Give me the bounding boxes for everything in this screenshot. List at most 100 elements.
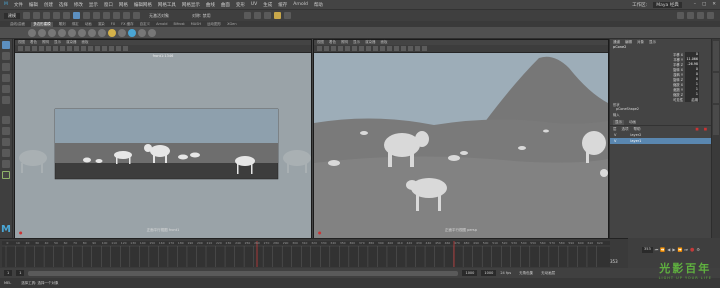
search-icon[interactable] bbox=[2, 171, 10, 179]
bookmark-icon[interactable] bbox=[331, 46, 336, 51]
menu-windows[interactable]: 窗口 bbox=[104, 2, 113, 8]
lights-icon[interactable] bbox=[394, 46, 399, 51]
lock-camera-icon[interactable] bbox=[324, 46, 329, 51]
range-start-field[interactable]: 1 bbox=[4, 270, 13, 276]
shelf-tab[interactable]: 渲染 bbox=[98, 22, 105, 27]
viewport-menu-lighting[interactable]: 照明 bbox=[42, 40, 49, 45]
lights-icon[interactable] bbox=[95, 46, 100, 51]
snap-surface-icon[interactable] bbox=[133, 12, 140, 19]
shelf-tab[interactable]: Arnold bbox=[156, 22, 167, 26]
range-inner-end-field[interactable]: 1000 bbox=[462, 270, 478, 276]
poly-sphere-icon[interactable] bbox=[28, 28, 36, 37]
new-layer-icon[interactable]: ■ bbox=[695, 127, 698, 131]
menu-curves[interactable]: 曲线 bbox=[206, 2, 215, 8]
menu-deform[interactable]: 变形 bbox=[236, 2, 245, 8]
poly-cube-icon[interactable] bbox=[38, 28, 46, 37]
workspace-dropdown[interactable]: Maya 经典 bbox=[653, 1, 682, 8]
textured-icon[interactable] bbox=[387, 46, 392, 51]
paint-select-icon[interactable] bbox=[2, 63, 10, 71]
viewport-menu-panels[interactable]: 面板 bbox=[82, 40, 89, 45]
viewport-menu-show[interactable]: 显示 bbox=[353, 40, 360, 45]
single-view-icon[interactable] bbox=[2, 116, 10, 124]
shelf-tab[interactable]: 运动图形 bbox=[207, 22, 221, 27]
shelf-tab[interactable]: 自定义 bbox=[140, 22, 151, 27]
select-hierarchy-icon[interactable] bbox=[73, 12, 80, 19]
step-forward-key-icon[interactable]: ⏩ bbox=[677, 247, 682, 253]
redo-icon[interactable] bbox=[63, 12, 70, 19]
grid-icon[interactable] bbox=[46, 46, 51, 51]
layer-menu-options[interactable]: 选项 bbox=[622, 127, 629, 132]
arnold-render-icon[interactable] bbox=[283, 12, 291, 19]
attribute-editor-icon[interactable] bbox=[687, 12, 694, 19]
menu-surfaces[interactable]: 曲面 bbox=[221, 2, 230, 8]
resolution-gate-icon[interactable] bbox=[60, 46, 65, 51]
range-end-field[interactable]: 1000 bbox=[481, 270, 497, 276]
channel-tab[interactable]: 编辑 bbox=[625, 40, 632, 45]
channel-tab[interactable]: 通道 bbox=[613, 40, 620, 45]
extrude-icon[interactable] bbox=[128, 28, 136, 37]
menu-cache[interactable]: 缓存 bbox=[278, 2, 287, 8]
insert-edge-loop-icon[interactable] bbox=[148, 28, 156, 37]
wireframe-icon[interactable] bbox=[74, 46, 79, 51]
menu-edit[interactable]: 编辑 bbox=[29, 2, 38, 8]
save-scene-icon[interactable] bbox=[43, 12, 50, 19]
shelf-tab[interactable]: 曲线/曲面 bbox=[10, 22, 25, 27]
select-object-icon[interactable] bbox=[83, 12, 90, 19]
separate-icon[interactable] bbox=[98, 28, 106, 37]
image-plane-icon[interactable] bbox=[338, 46, 343, 51]
menu-mesh-display[interactable]: 网格显示 bbox=[182, 2, 200, 8]
layer-menu-layers[interactable]: 层 bbox=[613, 127, 617, 132]
graph-view-icon[interactable] bbox=[2, 160, 10, 168]
isolate-icon[interactable] bbox=[116, 46, 121, 51]
textured-icon[interactable] bbox=[88, 46, 93, 51]
layer-row[interactable]: V layer1 bbox=[610, 138, 711, 144]
poly-cylinder-icon[interactable] bbox=[48, 28, 56, 37]
lasso-tool-icon[interactable] bbox=[2, 52, 10, 60]
bridge-icon[interactable] bbox=[138, 28, 146, 37]
mode-dropdown[interactable]: 建模 bbox=[4, 12, 20, 19]
character-set-dropdown[interactable]: 无角色集 bbox=[519, 271, 533, 276]
gate-mask-icon[interactable] bbox=[366, 46, 371, 51]
go-to-end-icon[interactable]: ⏭ bbox=[684, 247, 688, 253]
attribute-editor-tab[interactable] bbox=[713, 41, 719, 71]
go-to-start-icon[interactable]: ⏮ bbox=[655, 247, 659, 253]
bookmark-icon[interactable] bbox=[32, 46, 37, 51]
maximize-icon[interactable]: □ bbox=[702, 2, 706, 7]
camera-icon[interactable] bbox=[18, 46, 23, 51]
current-frame-field[interactable]: 353 bbox=[642, 247, 653, 253]
fps-dropdown[interactable]: 24 fps bbox=[500, 271, 511, 275]
shadows-icon[interactable] bbox=[102, 46, 107, 51]
isolate-icon[interactable] bbox=[415, 46, 420, 51]
ipr-render-icon[interactable] bbox=[253, 12, 261, 19]
layer-tab-display[interactable]: 显示 bbox=[613, 120, 624, 125]
poly-torus-icon[interactable] bbox=[68, 28, 76, 37]
range-inner-start-field[interactable]: 1 bbox=[16, 270, 25, 276]
menu-edit-mesh[interactable]: 编辑网格 bbox=[134, 2, 152, 8]
shelf-tab[interactable]: 多边形建模 bbox=[31, 21, 53, 27]
tool-settings-icon[interactable] bbox=[697, 12, 704, 19]
smooth-shade-icon[interactable] bbox=[380, 46, 385, 51]
image-plane-icon[interactable] bbox=[39, 46, 44, 51]
shelf-tab[interactable]: FX bbox=[111, 22, 115, 26]
time-slider[interactable]: 353 0 10 20 30 40 50 60 70 80 90 100 110 120 130 140 15… bbox=[2, 241, 627, 267]
viewport-menu-panels[interactable]: 面板 bbox=[381, 40, 388, 45]
shelf-tab[interactable]: MASH bbox=[191, 22, 201, 26]
viewport-menu-renderer[interactable]: 渲染器 bbox=[365, 40, 376, 45]
two-view-icon[interactable] bbox=[2, 138, 10, 146]
menu-mesh-tools[interactable]: 网格工具 bbox=[158, 2, 176, 8]
hypershade-icon[interactable] bbox=[273, 12, 281, 19]
shelf-tab[interactable]: Bifrost bbox=[173, 22, 184, 26]
layer-tab-anim[interactable]: 动画 bbox=[629, 120, 636, 125]
menu-help[interactable]: 帮助 bbox=[314, 2, 323, 8]
open-scene-icon[interactable] bbox=[33, 12, 40, 19]
poly-plane-icon[interactable] bbox=[78, 28, 86, 37]
step-back-frame-icon[interactable]: ◀ bbox=[667, 247, 670, 253]
step-back-key-icon[interactable]: ⏪ bbox=[660, 247, 665, 253]
poly-cone-icon[interactable] bbox=[58, 28, 66, 37]
combine-icon[interactable] bbox=[88, 28, 96, 37]
viewport-front[interactable]: 视图 着色 照明 显示 渲染器 面板 ● front1:1346 正面平行视图 … bbox=[14, 39, 312, 238]
anim-layer-dropdown[interactable]: 无动画层 bbox=[541, 271, 555, 276]
viewport-menu-view[interactable]: 视图 bbox=[317, 40, 324, 45]
lock-camera-icon[interactable] bbox=[25, 46, 30, 51]
film-gate-icon[interactable] bbox=[352, 46, 357, 51]
